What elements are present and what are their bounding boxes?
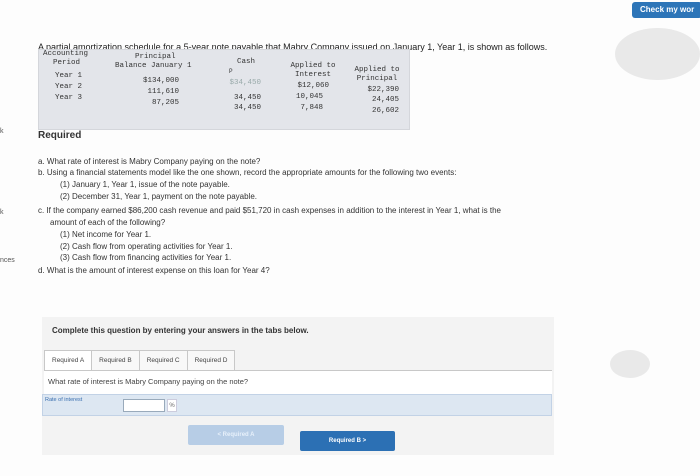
tab-required-c[interactable]: Required C [138,350,188,370]
question-a: a. What rate of interest is Mabry Compan… [38,157,261,166]
decorative-blur [610,350,650,378]
table-cell-cash: $34,450 [229,79,261,87]
table-cell-principal: 24,405 [371,96,399,104]
tab-question-text: What rate of interest is Mabry Company p… [48,377,249,386]
table-cell-period: Year 2 [55,83,83,91]
table-cell-period: Year 3 [55,94,83,102]
table-cell-principal: $22,390 [367,86,399,94]
edge-fragment: k [0,209,4,216]
table-cell-cash: 34,450 [233,104,261,112]
question-c-continued: amount of each of the following? [50,218,166,227]
instruction-text: Complete this question by entering your … [52,326,309,335]
question-c: c. If the company earned $86,200 cash re… [38,206,501,215]
table-cell-balance: $134,000 [142,77,179,85]
table-cell-interest: 7,848 [300,104,323,112]
answer-row: Rate of interest % [42,394,552,416]
tab-required-d[interactable]: Required D [186,350,236,370]
question-c1: (1) Net income for Year 1. [60,230,152,239]
tab-required-b[interactable]: Required B [91,350,140,370]
header-applied-to-interest: Applied to Interest [290,62,336,79]
header-accounting-period: Accounting Period [43,50,89,67]
edge-fragment: k [0,128,4,135]
percent-unit: % [167,399,177,412]
header-principal-balance: Principal Balance January 1 [115,53,192,70]
question-b1: (1) January 1, Year 1, issue of the note… [60,180,230,189]
next-required-button[interactable]: Required B > [300,431,395,451]
tab-required-a[interactable]: Required A [44,350,93,370]
decorative-blur [615,28,700,80]
previous-required-button[interactable]: < Required A [188,425,284,445]
table-cell-interest: 10,045 [295,93,323,101]
question-b2: (2) December 31, Year 1, payment on the … [60,192,258,201]
required-heading: Required [38,130,82,141]
table-cell-cash: 34,450 [233,94,261,102]
table-cell-period: Year 1 [55,72,83,80]
question-c2: (2) Cash flow from operating activities … [60,242,233,251]
tab-question-area: What rate of interest is Mabry Company p… [44,370,552,396]
table-cell-balance: 111,610 [147,88,179,96]
rate-of-interest-input[interactable] [123,399,165,412]
header-applied-to-principal: Applied to Principal [354,66,400,83]
amortization-schedule-table: Accounting Period Principal Balance Janu… [38,49,410,130]
edge-fragment: nces [0,257,15,264]
check-my-work-button[interactable]: Check my wor [632,2,700,18]
table-cell-balance: 87,205 [151,99,179,107]
rate-of-interest-label: Rate of interest [45,397,83,403]
question-c3: (3) Cash flow from financing activities … [60,253,232,262]
table-cell-interest: $12,060 [297,82,329,90]
question-b: b. Using a financial statements model li… [38,168,457,177]
header-cash: Cash P [229,58,256,75]
question-d: d. What is the amount of interest expens… [38,266,270,275]
required-tabs: Required A Required B Required C Require… [44,350,236,370]
table-cell-principal: 26,602 [371,107,399,115]
